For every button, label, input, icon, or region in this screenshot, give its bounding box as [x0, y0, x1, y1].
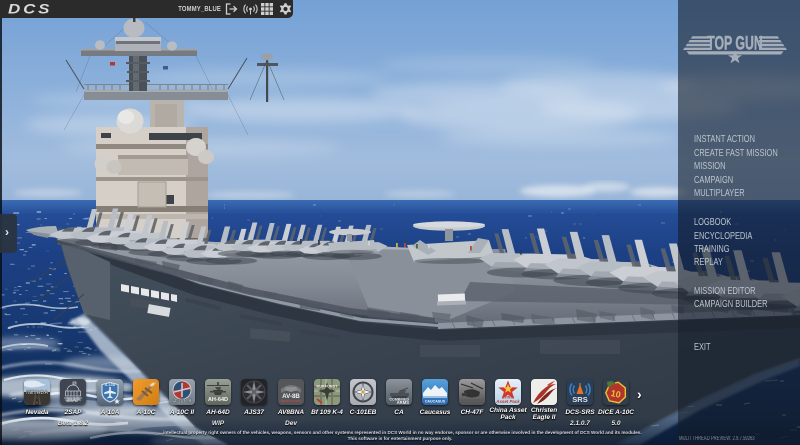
svg-text:SRS: SRS [572, 395, 587, 404]
svg-text:NEVADA: NEVADA [26, 390, 48, 396]
svg-text:CAUCASUS: CAUCASUS [425, 400, 446, 404]
svg-text:NIGHT ATTACK: NIGHT ATTACK [281, 399, 301, 403]
svg-text:KURFURST: KURFURST [317, 385, 339, 389]
svg-text:2SAP: 2SAP [66, 398, 80, 404]
svg-text:A-10C II: A-10C II [172, 399, 192, 405]
svg-text:AH-64D: AH-64D [208, 397, 228, 403]
svg-text:10: 10 [610, 388, 622, 400]
svg-text:A-10A: A-10A [105, 383, 116, 387]
svg-text:Asset Pack: Asset Pack [495, 399, 520, 404]
svg-text:ARMS: ARMS [397, 400, 410, 405]
